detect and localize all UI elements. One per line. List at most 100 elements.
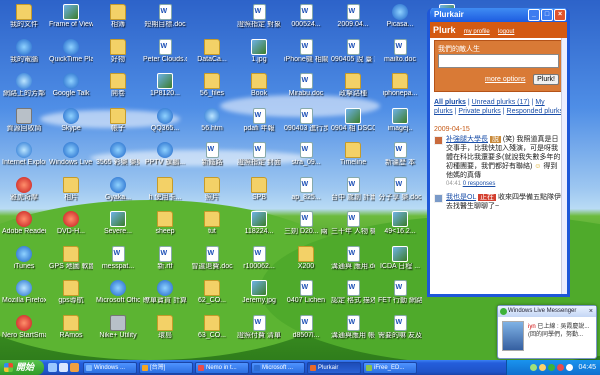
desktop-icon[interactable]: d8507l... (284, 314, 328, 347)
media-icon[interactable] (70, 363, 79, 372)
plurk-post[interactable]: 补強腿大學長 說 (笑) 我照道真是日交事手，比我快加入殘演，可是呀我體在科比我… (430, 135, 567, 193)
desktop-icon[interactable]: DVD-H... (49, 211, 93, 243)
ime-icon[interactable] (566, 364, 574, 371)
desktop-icon[interactable]: tut (190, 211, 234, 243)
desktop-icon[interactable]: FET 行動 網路 (378, 280, 422, 312)
desktop-icon[interactable]: Severe... (96, 211, 140, 243)
desktop-icon[interactable]: stra_09... (284, 142, 328, 174)
filter-all[interactable]: All plurks (434, 99, 466, 106)
desktop-icon[interactable]: RAmos (49, 314, 93, 347)
desktop-icon[interactable]: 需要的嘛 友及網.doc (378, 314, 422, 347)
desktop-icon[interactable]: Windows Live Me... (49, 142, 93, 174)
desktop-icon[interactable]: 63_CO... (190, 314, 234, 347)
desktop-icon[interactable]: Picasa... (378, 4, 422, 36)
desktop-icon[interactable]: 開卷 (96, 73, 140, 105)
desktop-icon[interactable]: 瞭單寶貨 計算機 (143, 280, 187, 312)
desktop-icon[interactable]: ap_825... (284, 176, 328, 209)
desktop-icon[interactable]: 認定 格式 描述版 (331, 280, 375, 312)
maximize-button[interactable]: □ (541, 9, 553, 21)
desktop-icon[interactable]: 三十年 人物 機關.doc (331, 211, 375, 243)
desktop-icon[interactable]: r100062... (237, 245, 281, 278)
desktop-icon[interactable]: 0407 Lichen (284, 280, 328, 312)
desktop-icon[interactable]: iPhone機 相關.doc (284, 38, 328, 71)
desktop-icon[interactable]: QuickTime Player (49, 38, 93, 71)
desktop-icon[interactable]: mailto.doc (378, 38, 422, 71)
desktop-icon[interactable]: 政擊路種 (331, 73, 375, 105)
more-options-link[interactable]: more options (485, 76, 525, 83)
taskbar-button[interactable]: Windows ... (83, 361, 137, 374)
desktop-icon[interactable]: Timeline (331, 142, 375, 174)
desktop-icon[interactable]: imagej.. (378, 107, 422, 140)
desktop-icon[interactable]: pdafi 年報 (237, 107, 281, 140)
desktop-icon[interactable]: 新鐵路 (190, 142, 234, 174)
desktop-icon[interactable]: 證照付費 清單 (237, 314, 281, 347)
desktop-icon[interactable]: 相片 (49, 176, 93, 209)
desktop-icon[interactable]: 證照指定 對象.doc (237, 4, 281, 36)
desktop-icon[interactable]: iTunes (2, 245, 46, 278)
plurk-post[interactable]: 我也是OL 正在 收來四學備五點隊伊去找醫生聊聊了~ (430, 193, 567, 215)
desktop-icon[interactable]: 溝通與 應用.doc (331, 245, 375, 278)
desktop-icon[interactable]: Jeremy.jpg (237, 280, 281, 312)
desktop-icon[interactable]: 090405 說 臺 說明 (331, 38, 375, 71)
desktop-icon[interactable]: 1.jpg (237, 38, 281, 71)
desktop-icon[interactable]: 新疆歷 本 (378, 142, 422, 174)
desktop-icon[interactable]: 三劍 D20... 兩劍 (284, 211, 328, 243)
desktop-icon[interactable]: 短期目標.doc (143, 4, 187, 36)
plurk-textarea[interactable] (438, 54, 559, 68)
my-profile-link[interactable]: my profile (464, 29, 490, 35)
filter-unread[interactable]: Unread plurks (17) (472, 99, 530, 106)
start-button[interactable]: 開始 (0, 360, 44, 375)
desktop-icon[interactable]: Adobe Reader 8 (2, 211, 46, 243)
taskbar-button[interactable]: [台灣] (139, 361, 193, 374)
desktop-icon[interactable]: 網路上的芳鄰 (2, 73, 46, 105)
messenger-tray-icon[interactable] (548, 364, 556, 371)
desktop-icon[interactable]: Peter Clouds.doc (143, 38, 187, 71)
desktop-icon[interactable]: 49<16.2... (378, 211, 422, 243)
taskbar-button[interactable]: iFree_ED... (363, 361, 417, 374)
plurk-submit-button[interactable]: Plurk! (533, 74, 559, 85)
desktop-icon[interactable]: Mozilla Firefox (2, 280, 46, 312)
desktop-icon[interactable]: 環島 (143, 314, 187, 347)
desktop-icon[interactable]: gps導航 (49, 280, 93, 312)
desktop-icon[interactable] (59, 363, 68, 372)
plurk-window[interactable]: Plurkair _ □ × Plurk my profile logout 我… (427, 8, 570, 297)
desktop-icon[interactable]: Nike+ Utility (96, 314, 140, 347)
desktop-icon[interactable]: iphonepa... (378, 73, 422, 105)
desktop-icon[interactable]: 好物 (96, 38, 140, 71)
filter-private[interactable]: Private plurks (458, 108, 500, 115)
desktop-icon[interactable]: 照片 (190, 176, 234, 209)
desktop-icon[interactable]: 證照指定 封面 (237, 142, 281, 174)
close-icon[interactable]: × (589, 306, 593, 317)
desktop-icon[interactable]: 0904 相 DSC0... (331, 107, 375, 140)
network-icon[interactable] (530, 364, 538, 371)
desktop-icon[interactable]: X200 (284, 245, 328, 278)
desktop-icon[interactable]: 我的電腦 (2, 38, 46, 71)
desktop-icon[interactable]: Microsoft Office ... (96, 280, 140, 312)
desktop-icon[interactable]: messpat... (96, 245, 140, 278)
desktop-icon[interactable]: 帳子 (96, 107, 140, 140)
taskbar-button[interactable]: Microsoft ... (251, 361, 305, 374)
desktop-icon[interactable]: 曾違退費.doc (190, 245, 234, 278)
post-responses[interactable]: 0 responses (463, 181, 496, 187)
desktop-icon[interactable]: GPS 地圖 軟體 (49, 245, 93, 278)
desktop-icon[interactable]: Mirabu.doc (284, 73, 328, 105)
desktop-icon[interactable]: Internet Explorer (2, 142, 46, 174)
messenger-message[interactable]: iyn 已上線 : 吳霞慶說...(回的同學們，努勤... (528, 323, 594, 339)
desktop-icon[interactable]: 分子享 樂.doc (378, 176, 422, 209)
desktop-icon[interactable]: 56.htm (190, 107, 234, 140)
taskbar-button[interactable]: Plurkair (307, 361, 361, 374)
desktop-icon[interactable]: 台中 歲創 計畫.doc (331, 176, 375, 209)
desktop-icon[interactable]: Gyaka... (96, 176, 140, 209)
desktop-icon[interactable]: Frame of View (49, 4, 93, 36)
desktop-icon[interactable]: h 使用卡... (143, 176, 187, 209)
desktop-icon[interactable]: Google Talk (49, 73, 93, 105)
close-button[interactable]: × (554, 9, 566, 21)
desktop-icon[interactable]: ICDA 日程 ... (378, 245, 422, 278)
messenger-notification[interactable]: Windows Live Messenger × iyn 已上線 : 吳霞慶說.… (497, 305, 597, 359)
taskbar-button[interactable]: Nemo in t... (195, 361, 249, 374)
minimize-button[interactable]: _ (528, 9, 540, 21)
desktop-icon[interactable]: SPB (237, 176, 281, 209)
post-author[interactable]: 补強腿大學長 (446, 136, 488, 143)
post-author[interactable]: 我也是OL (446, 194, 476, 201)
desktop-icon[interactable]: DataCa... (190, 38, 234, 71)
